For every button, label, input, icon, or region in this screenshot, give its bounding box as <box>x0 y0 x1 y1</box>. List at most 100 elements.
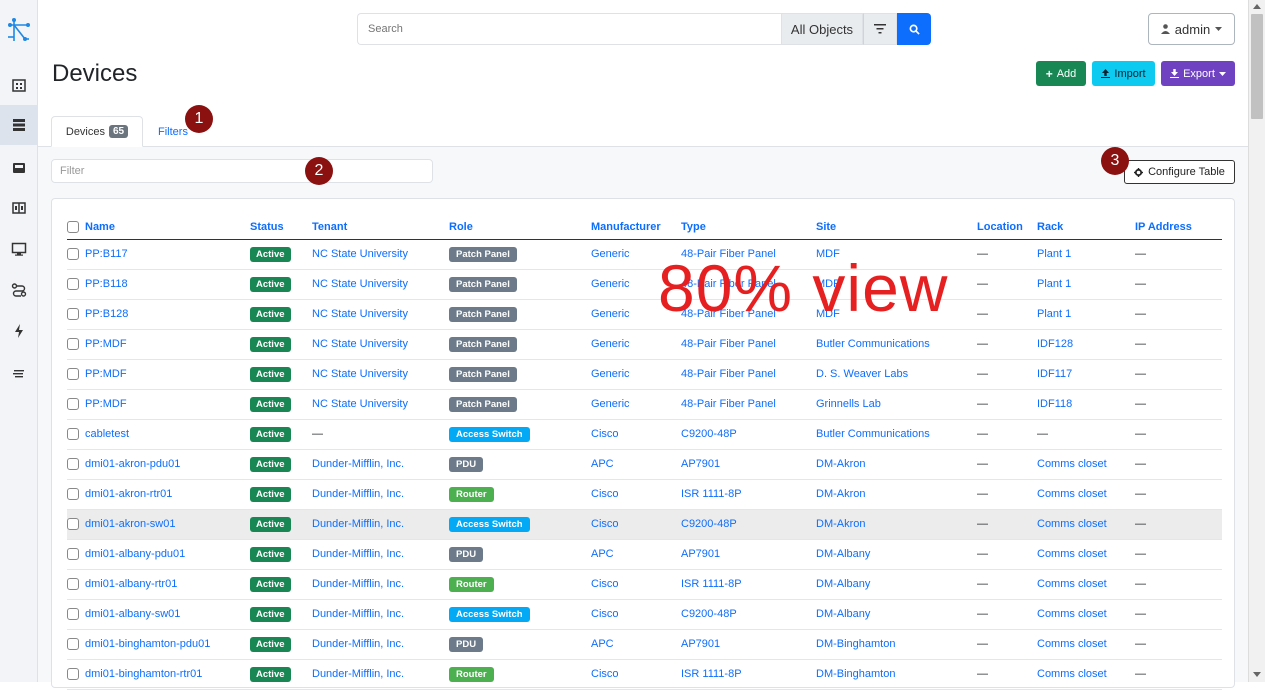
cell-tenant[interactable]: Dunder-Mifflin, Inc. <box>312 629 449 660</box>
vertical-scrollbar[interactable] <box>1248 0 1265 682</box>
cell-site[interactable]: DM-Akron <box>816 479 977 510</box>
scroll-down-arrow-icon[interactable] <box>1253 672 1261 677</box>
row-checkbox[interactable] <box>67 488 79 501</box>
cell-tenant[interactable]: NC State University <box>312 389 449 420</box>
device-name-link[interactable]: PP:B128 <box>85 308 128 320</box>
nav-virtualization[interactable] <box>0 229 38 269</box>
cell-type[interactable]: 48-Pair Fiber Panel <box>681 359 816 390</box>
role-badge[interactable]: PDU <box>449 456 484 472</box>
column-header-ip-address[interactable]: IP Address <box>1135 215 1222 240</box>
cell-tenant[interactable]: Dunder-Mifflin, Inc. <box>312 509 449 540</box>
cell-type[interactable]: C9200-48P <box>681 599 816 630</box>
row-checkbox[interactable] <box>67 398 79 411</box>
configure-table-button[interactable]: Configure Table <box>1124 160 1235 184</box>
cell-rack[interactable]: Comms closet <box>1037 509 1135 540</box>
column-header-rack[interactable]: Rack <box>1037 215 1135 240</box>
export-button[interactable]: Export <box>1161 61 1235 86</box>
table-row[interactable]: dmi01-albany-sw01 Active Dunder-Mifflin, I… <box>67 599 1222 630</box>
device-name-link[interactable]: dmi01-albany-rtr01 <box>85 578 177 590</box>
cell-rack[interactable]: Comms closet <box>1037 599 1135 630</box>
role-badge[interactable]: PDU <box>449 636 484 652</box>
table-row[interactable]: PP:MDF Active NC State University Patch Pan… <box>67 359 1222 390</box>
search-filter-button[interactable] <box>863 13 897 45</box>
cell-tenant[interactable]: Dunder-Mifflin, Inc. <box>312 659 449 690</box>
column-header-site[interactable]: Site <box>816 215 977 240</box>
table-row[interactable]: dmi01-albany-pdu01 Active Dunder-Mifflin, … <box>67 539 1222 570</box>
nav-circuits[interactable] <box>0 270 38 310</box>
tab-filters[interactable]: Filters <box>158 116 188 147</box>
table-row[interactable]: dmi01-akron-pdu01 Active Dunder-Mifflin, I… <box>67 449 1222 480</box>
table-row[interactable]: dmi01-binghamton-rtr01 Active Dunder-Miffl… <box>67 659 1222 690</box>
cell-manufacturer[interactable]: Cisco <box>591 659 681 690</box>
row-checkbox[interactable] <box>67 518 79 531</box>
cell-site[interactable]: D. S. Weaver Labs <box>816 359 977 390</box>
row-checkbox[interactable] <box>67 608 79 621</box>
cell-manufacturer[interactable]: APC <box>591 539 681 570</box>
role-badge[interactable]: Patch Panel <box>449 396 517 412</box>
column-header-role[interactable]: Role <box>449 215 591 240</box>
cell-site[interactable]: DM-Akron <box>816 509 977 540</box>
nav-power[interactable] <box>0 311 38 351</box>
cell-manufacturer[interactable]: Cisco <box>591 599 681 630</box>
table-row[interactable]: dmi01-binghamton-pdu01 Active Dunder-Miffl… <box>67 629 1222 660</box>
cell-tenant[interactable]: NC State University <box>312 239 449 270</box>
cell-tenant[interactable]: Dunder-Mifflin, Inc. <box>312 449 449 480</box>
nav-devices[interactable] <box>0 105 38 145</box>
cell-site[interactable]: DM-Akron <box>816 449 977 480</box>
cell-tenant[interactable]: NC State University <box>312 329 449 360</box>
cell-site[interactable]: DM-Albany <box>816 539 977 570</box>
role-badge[interactable]: Access Switch <box>449 426 530 442</box>
cell-site[interactable]: Butler Communications <box>816 329 977 360</box>
search-input[interactable] <box>357 13 781 45</box>
row-checkbox[interactable] <box>67 668 79 681</box>
cell-rack[interactable]: Plant 1 <box>1037 299 1135 330</box>
row-checkbox[interactable] <box>67 548 79 561</box>
table-row[interactable]: PP:MDF Active NC State University Patch Pan… <box>67 389 1222 420</box>
cell-rack[interactable]: Comms closet <box>1037 449 1135 480</box>
cell-manufacturer[interactable]: Cisco <box>591 419 681 450</box>
device-name-link[interactable]: dmi01-albany-pdu01 <box>85 548 185 560</box>
cell-manufacturer[interactable]: Cisco <box>591 479 681 510</box>
role-badge[interactable]: Patch Panel <box>449 306 517 322</box>
cell-rack[interactable]: Plant 1 <box>1037 269 1135 300</box>
netbox-logo-icon[interactable] <box>5 17 33 45</box>
device-name-link[interactable]: dmi01-akron-pdu01 <box>85 458 180 470</box>
cell-manufacturer[interactable]: Generic <box>591 329 681 360</box>
cell-tenant[interactable]: NC State University <box>312 269 449 300</box>
cell-tenant[interactable]: Dunder-Mifflin, Inc. <box>312 599 449 630</box>
cell-site[interactable]: DM-Binghamton <box>816 659 977 690</box>
cell-manufacturer[interactable]: Generic <box>591 389 681 420</box>
cell-manufacturer[interactable]: Generic <box>591 359 681 390</box>
column-header-tenant[interactable]: Tenant <box>312 215 449 240</box>
scrollbar-thumb[interactable] <box>1251 14 1263 119</box>
cell-type[interactable]: 48-Pair Fiber Panel <box>681 389 816 420</box>
column-header-location[interactable]: Location <box>977 215 1037 240</box>
cell-site[interactable]: DM-Binghamton <box>816 629 977 660</box>
device-name-link[interactable]: PP:MDF <box>85 368 127 380</box>
cell-rack[interactable]: Comms closet <box>1037 629 1135 660</box>
cell-type[interactable]: ISR 1111-8P <box>681 569 816 600</box>
cell-site[interactable]: DM-Albany <box>816 569 977 600</box>
cell-type[interactable]: C9200-48P <box>681 419 816 450</box>
device-name-link[interactable]: dmi01-albany-sw01 <box>85 608 180 620</box>
column-header-type[interactable]: Type <box>681 215 816 240</box>
cell-tenant[interactable]: NC State University <box>312 359 449 390</box>
cell-type[interactable]: 48-Pair Fiber Panel <box>681 329 816 360</box>
row-checkbox[interactable] <box>67 458 79 471</box>
cell-rack[interactable]: IDF117 <box>1037 359 1135 390</box>
column-header-name[interactable]: Name <box>67 215 250 240</box>
cell-type[interactable]: ISR 1111-8P <box>681 479 816 510</box>
table-row[interactable]: dmi01-akron-rtr01 Active Dunder-Mifflin, I… <box>67 479 1222 510</box>
role-badge[interactable]: Patch Panel <box>449 336 517 352</box>
cell-rack[interactable]: Plant 1 <box>1037 239 1135 270</box>
row-checkbox[interactable] <box>67 578 79 591</box>
device-name-link[interactable]: PP:B118 <box>85 278 128 290</box>
row-checkbox[interactable] <box>67 308 79 321</box>
nav-racks[interactable] <box>0 148 38 188</box>
cell-type[interactable]: AP7901 <box>681 449 816 480</box>
column-header-manufacturer[interactable]: Manufacturer <box>591 215 681 240</box>
device-name-link[interactable]: dmi01-akron-sw01 <box>85 518 175 530</box>
scroll-up-arrow-icon[interactable] <box>1253 4 1261 9</box>
table-row[interactable]: PP:B118 Active NC State University Patch Pa… <box>67 269 1222 300</box>
table-row[interactable]: dmi01-akron-sw01 Active Dunder-Mifflin, In… <box>67 509 1222 540</box>
